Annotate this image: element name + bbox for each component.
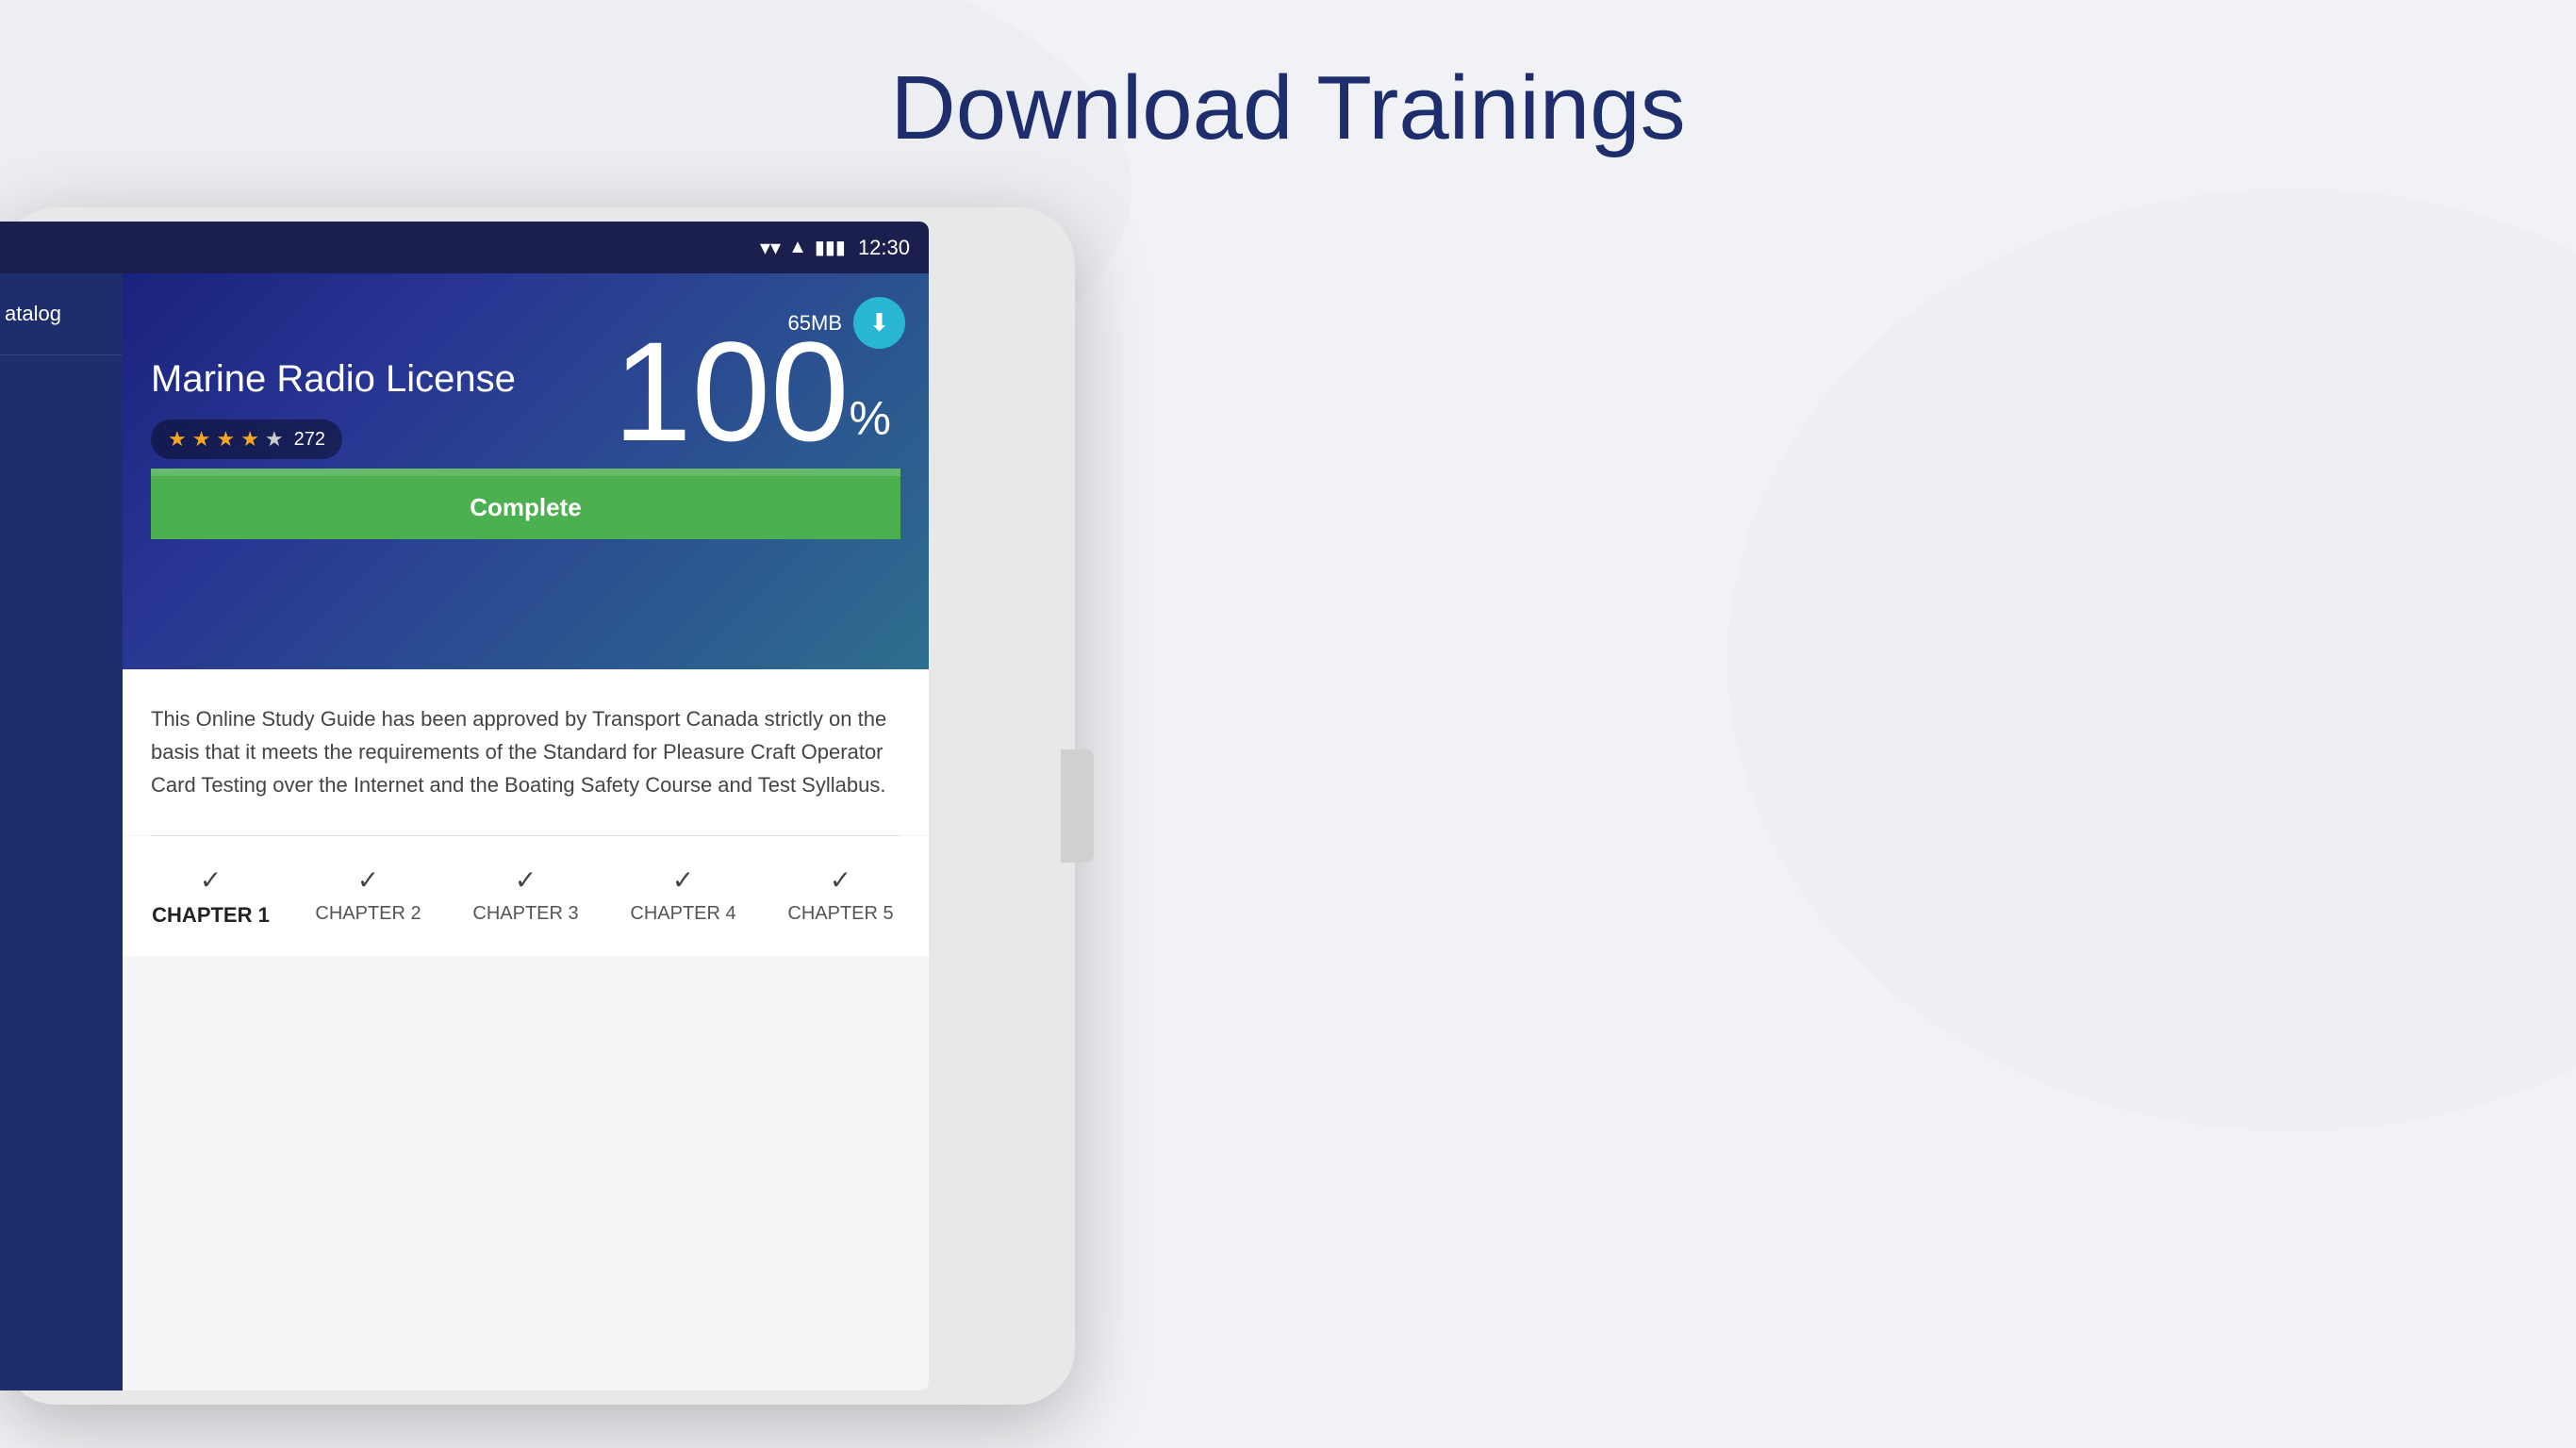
complete-button[interactable]: Complete	[151, 476, 900, 539]
page-title: Download Trainings	[890, 57, 1685, 160]
star-5: ★	[265, 427, 284, 452]
star-4: ★	[240, 427, 259, 452]
tablet-screen: ▾▾ ▲ ▮▮▮ 12:30 atalog 65MB	[0, 222, 929, 1390]
chapter-1-check: ✓	[200, 864, 222, 896]
tablet-side-button	[1061, 749, 1094, 863]
tablet-shell: ▾▾ ▲ ▮▮▮ 12:30 atalog 65MB	[0, 207, 1075, 1405]
percentage-number: 100	[613, 312, 849, 470]
battery-icon: ▮▮▮	[815, 236, 846, 259]
signal-icon: ▲	[788, 237, 807, 258]
course-description: This Online Study Guide has been approve…	[123, 669, 929, 835]
chapter-2-label: CHAPTER 2	[315, 903, 421, 925]
rating-count: 272	[294, 429, 325, 451]
chapters-row: ✓ CHAPTER 1 ✓ CHAPTER 2 ✓ CHAPTER 3 ✓ CH…	[123, 836, 929, 956]
tablet-container: ▾▾ ▲ ▮▮▮ 12:30 atalog 65MB	[0, 207, 1094, 1414]
chapter-1-label: CHAPTER 1	[152, 903, 270, 928]
rating-badge: ★ ★ ★ ★ ★ 272	[151, 420, 342, 459]
main-content: 65MB ⬇ Marine Radio License ★ ★ ★ ★	[123, 273, 929, 1390]
sidebar-partial: atalog	[0, 273, 123, 1390]
chapter-4-check: ✓	[672, 864, 694, 896]
catalog-label: atalog	[5, 302, 61, 325]
percentage-display: 100%	[613, 321, 891, 462]
description-text: This Online Study Guide has been approve…	[151, 702, 900, 802]
chapter-5-check: ✓	[830, 864, 851, 896]
chapter-2-check: ✓	[357, 864, 379, 896]
status-icons: ▾▾ ▲ ▮▮▮ 12:30	[760, 236, 910, 260]
percentage-symbol: %	[850, 392, 891, 445]
chapter-item-4: ✓ CHAPTER 4	[604, 864, 762, 928]
chapter-5-label: CHAPTER 5	[787, 903, 893, 925]
chapter-item-5: ✓ CHAPTER 5	[762, 864, 919, 928]
chapter-item-2: ✓ CHAPTER 2	[289, 864, 447, 928]
star-3: ★	[216, 427, 235, 452]
star-2: ★	[192, 427, 211, 452]
sidebar-catalog-item[interactable]: atalog	[0, 273, 123, 355]
star-1: ★	[168, 427, 187, 452]
course-card: 65MB ⬇ Marine Radio License ★ ★ ★ ★	[123, 273, 929, 669]
chapter-3-check: ✓	[515, 864, 537, 896]
chapter-item-3: ✓ CHAPTER 3	[447, 864, 604, 928]
chapter-3-label: CHAPTER 3	[472, 903, 578, 925]
bg-decoration-right	[1727, 189, 2576, 1131]
chapter-4-label: CHAPTER 4	[630, 903, 735, 925]
status-bar: ▾▾ ▲ ▮▮▮ 12:30	[0, 222, 929, 273]
chapter-item-1: ✓ CHAPTER 1	[132, 864, 289, 928]
wifi-icon: ▾▾	[760, 236, 781, 260]
status-time: 12:30	[858, 236, 910, 260]
